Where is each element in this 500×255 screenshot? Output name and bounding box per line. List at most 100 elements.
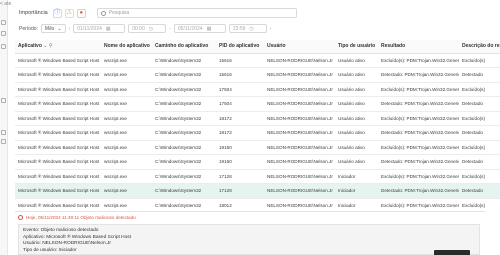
end-time-field[interactable]: 23:59 ◷ (228, 24, 267, 33)
table-cell: wscript.exe (101, 169, 152, 184)
search-placeholder: Pesquisa (108, 10, 130, 16)
start-date-field[interactable]: 01/11/2024 ▦ (73, 24, 126, 33)
column-header-descricao[interactable]: Descrição do res (459, 40, 500, 54)
table-cell: Excluído(s): PDM:Trojan.Win32.Generic (378, 169, 459, 184)
left-sidebar: < ate (0, 0, 11, 255)
importance-filter-bar: Importância ⓘ ⚠ ● Pesquisa (19, 7, 297, 19)
period-select[interactable]: Mês ⌄ (40, 24, 66, 33)
table-cell: NELSON-RODRIGUE\Nelson.Jr (264, 53, 335, 68)
table-cell: Microsoft ® Windows Based Script Host (15, 140, 101, 155)
table-cell: Excluído(s) (459, 169, 500, 184)
table-cell: Usuário ativo (335, 140, 378, 155)
table-row[interactable]: Microsoft ® Windows Based Script Host wsc… (15, 169, 500, 184)
table-cell: wscript.exe (101, 111, 152, 126)
table-cell: C:\Windows\System32 (152, 67, 216, 83)
table-cell: Usuário ativo (335, 53, 378, 68)
column-header-usuario[interactable]: Usuário (264, 40, 335, 54)
table-cell: Microsoft ® Windows Based Script Host (15, 125, 101, 141)
warning-filter-icon[interactable]: ⚠ (64, 8, 74, 18)
table-cell: C:\Windows\System32 (152, 140, 216, 155)
table-cell: Excluído(s): PDM:Trojan.Win32.Generic (378, 53, 459, 68)
table-cell: Excluído(s): PDM:Trojan.Win32.Generic (378, 82, 459, 97)
events-table: Aplicativo ⌄ ⚲ Nome do aplicativo Caminh… (15, 40, 500, 208)
table-cell: 19160 (216, 154, 264, 170)
table-cell: NELSON-RODRIGUE\Nelson.Jr (264, 198, 335, 208)
table-cell: wscript.exe (101, 82, 152, 97)
period-filter-bar: Período: Mês ⌄ ‹ 01/11/2024 ▦ 00:00 ◷ - … (19, 23, 272, 34)
search-input[interactable]: Pesquisa (96, 8, 297, 18)
column-header-pid[interactable]: PID do aplicativo (216, 40, 264, 54)
table-cell: Usuário ativo (335, 67, 378, 83)
importance-label: Importância (19, 10, 48, 16)
table-cell: NELSON-RODRIGUE\Nelson.Jr (264, 96, 335, 112)
table-row[interactable]: Microsoft ® Windows Based Script Host wsc… (15, 154, 500, 170)
table-cell: Detectado (459, 154, 500, 170)
table-row[interactable]: Microsoft ® Windows Based Script Host wsc… (15, 82, 500, 97)
table-row[interactable]: Microsoft ® Windows Based Script Host wsc… (15, 67, 500, 83)
column-header-tipo[interactable]: Tipo de usuário (335, 40, 378, 54)
table-cell: Microsoft ® Windows Based Script Host (15, 183, 101, 199)
table-cell: 18172 (216, 111, 264, 126)
sidebar-icon[interactable] (1, 139, 6, 144)
event-timestamp: Hoje, 05/11/2024 11:49:11 Objeto malicio… (18, 215, 136, 220)
column-header-caminho[interactable]: Caminho do aplicativo (152, 40, 216, 54)
table-cell: 18172 (216, 125, 264, 141)
sidebar-icon[interactable] (1, 31, 6, 36)
table-cell: Usuário ativo (335, 154, 378, 170)
clock-icon: ◷ (249, 25, 254, 32)
table-cell: C:\Windows\System32 (152, 96, 216, 112)
table-cell: C:\Windows\System32 (152, 111, 216, 126)
table-cell: wscript.exe (101, 53, 152, 68)
column-header-aplicativo[interactable]: Aplicativo ⌄ ⚲ (15, 40, 101, 54)
sidebar-icon[interactable] (1, 44, 6, 49)
event-timestamp-text: Hoje, 05/11/2024 11:49:11 Objeto malicio… (26, 215, 136, 220)
table-row[interactable]: Microsoft ® Windows Based Script Host wsc… (15, 53, 500, 68)
critical-filter-icon[interactable]: ● (76, 8, 86, 18)
table-row[interactable]: Microsoft ® Windows Based Script Host wsc… (15, 198, 500, 208)
table-cell: Excluído(s) (459, 53, 500, 68)
table-cell: C:\Windows\System32 (152, 154, 216, 170)
column-header-resultado[interactable]: Resultado (378, 40, 459, 54)
table-row[interactable]: Microsoft ® Windows Based Script Host wsc… (15, 183, 500, 199)
sidebar-icon[interactable] (1, 20, 6, 25)
table-cell: Iniciador (335, 198, 378, 208)
table-cell: wscript.exe (101, 67, 152, 83)
table-cell: C:\Windows\System32 (152, 53, 216, 68)
table-cell: C:\Windows\System32 (152, 82, 216, 97)
table-row[interactable]: Microsoft ® Windows Based Script Host wsc… (15, 140, 500, 155)
end-date-value: 05/11/2024 (177, 25, 203, 32)
table-row[interactable]: Microsoft ® Windows Based Script Host wsc… (15, 96, 500, 112)
table-cell: Microsoft ® Windows Based Script Host (15, 67, 101, 83)
filter-icon: ⚲ (48, 43, 53, 50)
table-cell: 17504 (216, 96, 264, 112)
table-cell: 18012 (216, 198, 264, 208)
table-cell: Iniciador (335, 183, 378, 199)
table-cell: 17504 (216, 82, 264, 97)
sidebar-icon[interactable] (1, 130, 6, 135)
sidebar-icon[interactable] (1, 98, 6, 103)
table-cell: Microsoft ® Windows Based Script Host (15, 111, 101, 126)
info-filter-icon[interactable]: ⓘ (52, 8, 62, 18)
event-details-panel: Evento: Objeto malicioso detectado Aplic… (18, 224, 480, 255)
table-cell: wscript.exe (101, 183, 152, 199)
table-cell: Excluído(s): PDM:Trojan.Win32.Generic (378, 198, 459, 208)
table-cell: C:\Windows\System32 (152, 125, 216, 141)
table-cell: Detectado: PDM:Trojan.Win32.Generic (378, 125, 459, 141)
table-cell: Microsoft ® Windows Based Script Host (15, 53, 101, 68)
detail-line: Tipo de usuário: Iniciador (23, 247, 77, 253)
table-row[interactable]: Microsoft ® Windows Based Script Host wsc… (15, 111, 500, 126)
chevron-left-icon[interactable]: ‹ (69, 26, 71, 32)
start-time-field[interactable]: 00:00 ◷ (128, 24, 167, 33)
table-row[interactable]: Microsoft ® Windows Based Script Host wsc… (15, 125, 500, 141)
chevron-down-icon: ⌄ (57, 25, 62, 32)
column-header-nome[interactable]: Nome do aplicativo (101, 40, 152, 54)
chevron-right-icon[interactable]: › (270, 26, 272, 32)
table-cell: Detectado: PDM:Trojan.Win32.Generic (378, 154, 459, 170)
end-date-field[interactable]: 05/11/2024 ▦ (173, 24, 226, 33)
table-cell: 17128 (216, 169, 264, 184)
table-cell: Detectado (459, 125, 500, 141)
table-cell: Detectado (459, 183, 500, 199)
table-cell: wscript.exe (101, 96, 152, 112)
table-cell: Microsoft ® Windows Based Script Host (15, 82, 101, 97)
table-cell: Excluído(s) (459, 198, 500, 208)
